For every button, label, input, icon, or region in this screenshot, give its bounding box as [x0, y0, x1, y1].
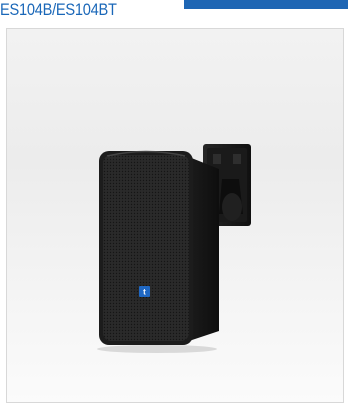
- svg-text:t: t: [143, 288, 146, 297]
- product-image-panel: t: [6, 28, 344, 403]
- model-title: ES104B/ES104BT: [0, 0, 126, 19]
- speaker-image: t: [97, 144, 251, 353]
- speaker-front: t: [99, 150, 193, 345]
- header-accent-bar: [184, 0, 348, 9]
- product-header: ES104B/ES104BT: [0, 0, 348, 20]
